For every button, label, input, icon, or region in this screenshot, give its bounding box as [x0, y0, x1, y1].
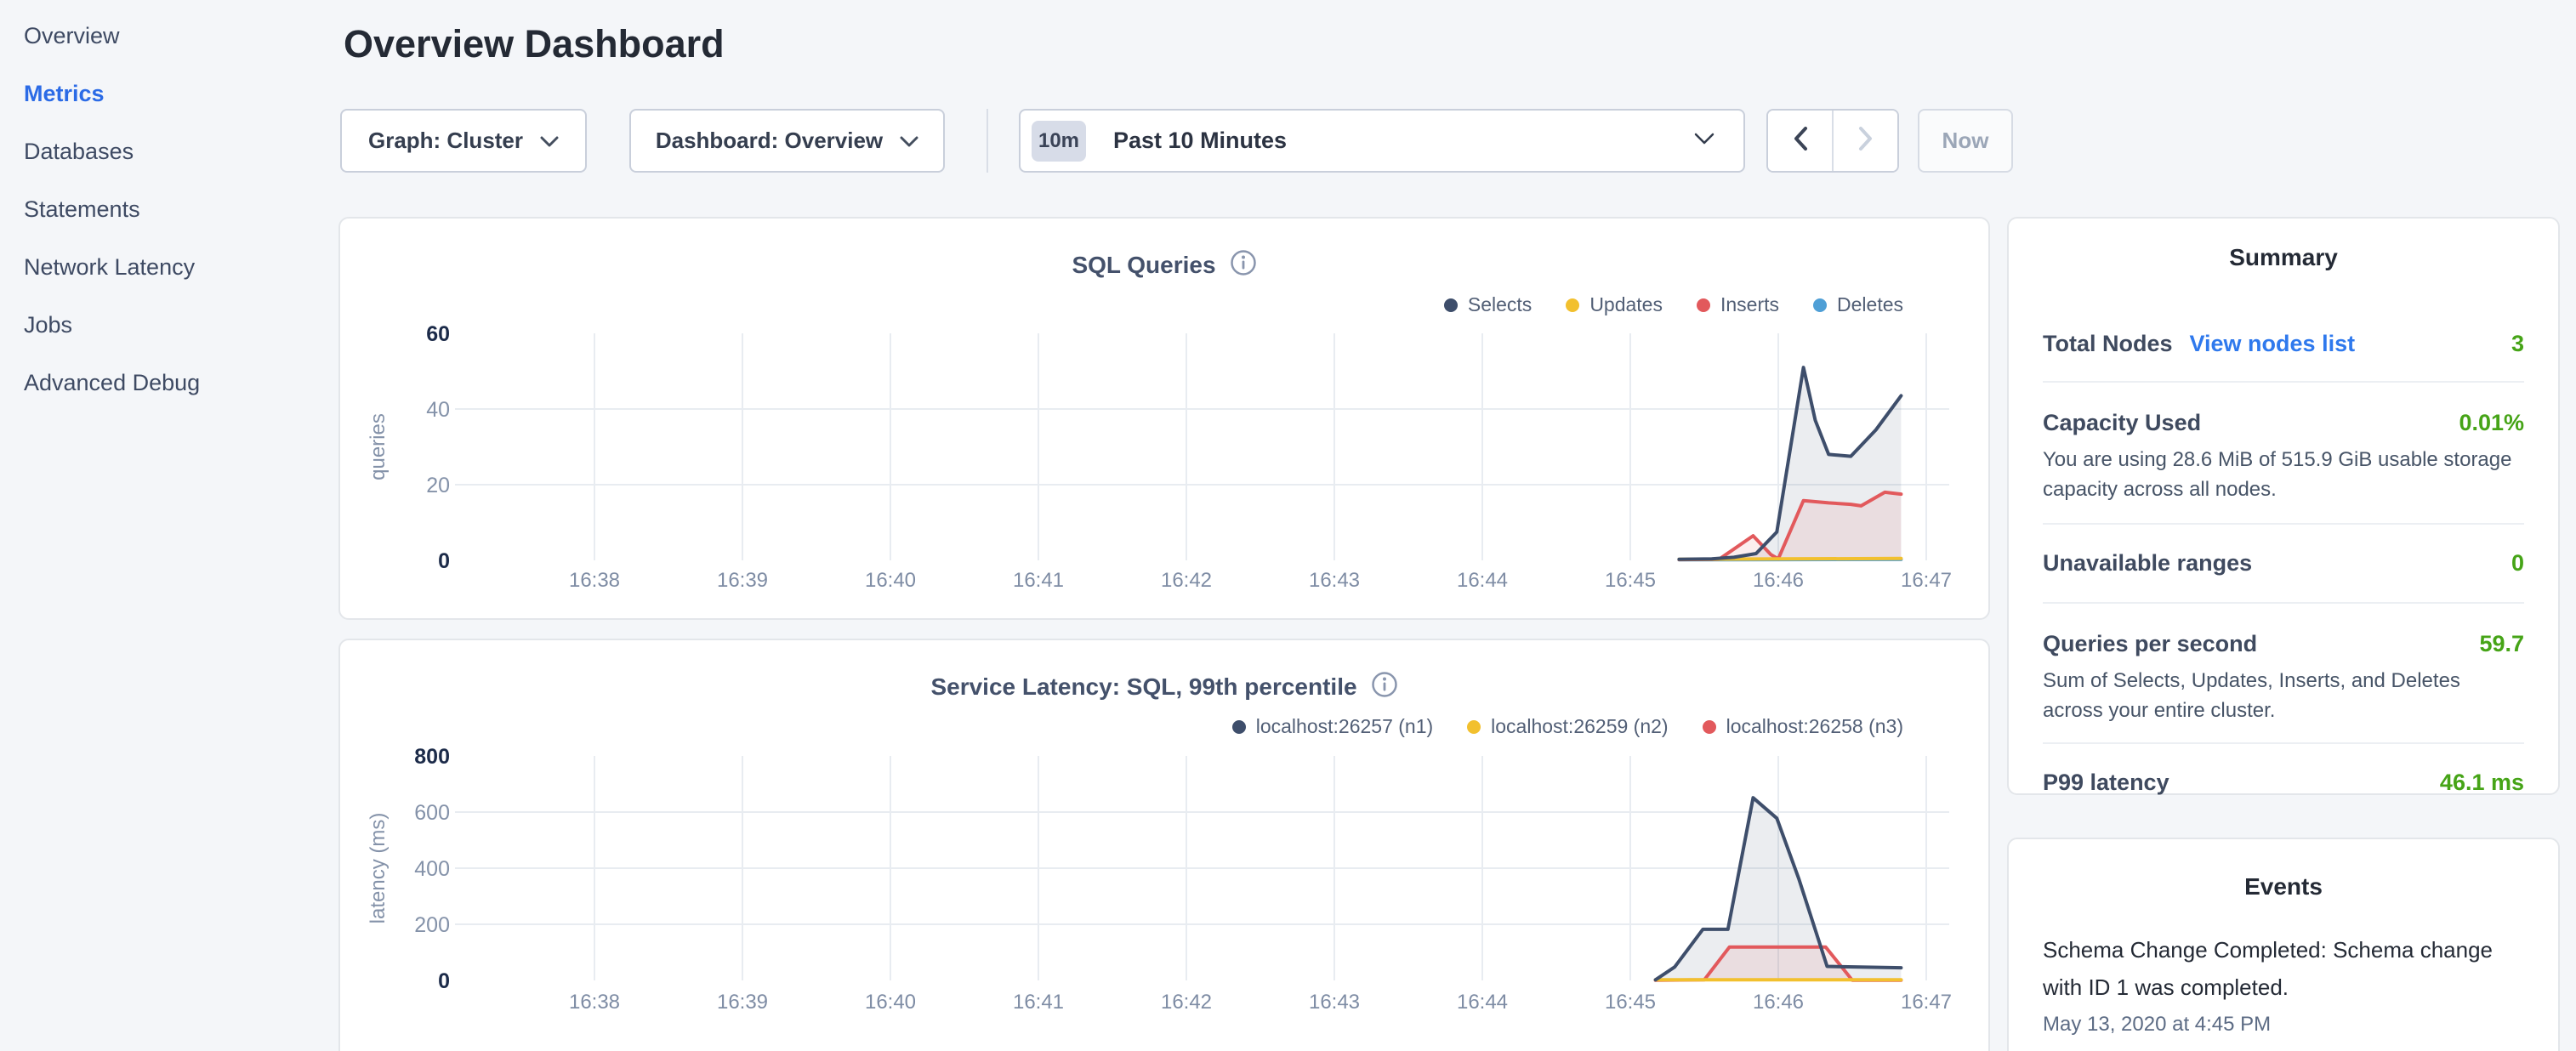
svg-text:16:43: 16:43	[1309, 569, 1360, 592]
svg-text:400: 400	[414, 857, 450, 881]
prev-range-button[interactable]	[1768, 111, 1834, 171]
chevron-down-icon	[900, 128, 918, 154]
svg-text:16:39: 16:39	[717, 991, 768, 1014]
chevron-down-icon	[1694, 133, 1714, 150]
svg-text:0: 0	[438, 549, 450, 573]
right-column: Summary Total Nodes View nodes list 3 Ca…	[2007, 217, 2560, 1051]
time-pager	[1766, 109, 1899, 173]
svg-text:16:40: 16:40	[865, 569, 916, 592]
row-description: You are using 28.6 MiB of 515.9 GiB usab…	[2043, 445, 2524, 504]
graph-scope-dropdown[interactable]: Graph: Cluster	[340, 109, 587, 173]
sql-queries-plot[interactable]: 60 40 20 0 16:38 16:39 16:40 16:41 16:42 16:43 16:…	[340, 219, 1992, 622]
row-value: 0.01%	[2459, 410, 2524, 436]
time-range-badge: 10m	[1032, 121, 1086, 162]
svg-text:16:46: 16:46	[1753, 569, 1804, 592]
summary-row-queries-per-second: Queries per second 59.7	[2043, 631, 2524, 657]
svg-text:40: 40	[426, 398, 450, 422]
sidebar-item-statements[interactable]: Statements	[0, 180, 340, 238]
sidebar: Overview Metrics Databases Statements Ne…	[0, 0, 340, 1051]
sidebar-item-databases[interactable]: Databases	[0, 122, 340, 180]
graph-scope-label: Graph: Cluster	[368, 128, 523, 154]
svg-text:16:47: 16:47	[1901, 991, 1952, 1014]
svg-text:16:45: 16:45	[1605, 991, 1656, 1014]
row-label: Capacity Used	[2043, 410, 2201, 436]
svg-text:16:38: 16:38	[569, 569, 620, 592]
dashboard-label: Dashboard: Overview	[656, 128, 883, 154]
sidebar-item-overview[interactable]: Overview	[0, 7, 340, 65]
svg-text:16:38: 16:38	[569, 991, 620, 1014]
svg-text:16:44: 16:44	[1457, 569, 1508, 592]
svg-text:16:42: 16:42	[1161, 569, 1212, 592]
event-item-time: May 13, 2020 at 4:45 PM	[2043, 1013, 2524, 1037]
divider	[2043, 381, 2524, 383]
view-nodes-list-link[interactable]: View nodes list	[2190, 331, 2356, 357]
svg-text:600: 600	[414, 801, 450, 825]
row-label: Unavailable ranges	[2043, 550, 2252, 577]
svg-text:16:44: 16:44	[1457, 991, 1508, 1014]
svg-text:60: 60	[426, 322, 450, 346]
chevron-down-icon	[540, 128, 559, 154]
summary-row-unavailable-ranges: Unavailable ranges 0	[2043, 550, 2524, 577]
svg-text:16:41: 16:41	[1013, 991, 1064, 1014]
row-value: 0	[2511, 550, 2524, 577]
row-value: 46.1 ms	[2440, 770, 2524, 796]
row-value: 59.7	[2479, 631, 2524, 657]
service-latency-chart-card: Service Latency: SQL, 99th percentile lo…	[338, 639, 1990, 1051]
event-item-text[interactable]: Schema Change Completed: Schema change w…	[2043, 931, 2524, 1006]
summary-row-total-nodes: Total Nodes View nodes list 3	[2043, 331, 2524, 357]
svg-text:200: 200	[414, 913, 450, 937]
divider	[2043, 602, 2524, 604]
time-range-label: Past 10 Minutes	[1113, 128, 1287, 154]
chevron-left-icon	[1793, 126, 1808, 156]
svg-text:16:47: 16:47	[1901, 569, 1952, 592]
next-range-button[interactable]	[1834, 111, 1897, 171]
row-label: P99 latency	[2043, 770, 2169, 796]
summary-panel: Summary Total Nodes View nodes list 3 Ca…	[2007, 217, 2560, 795]
events-panel: Events Schema Change Completed: Schema c…	[2007, 838, 2560, 1051]
now-button[interactable]: Now	[1918, 109, 2013, 173]
sidebar-item-metrics[interactable]: Metrics	[0, 65, 340, 122]
svg-text:16:42: 16:42	[1161, 991, 1212, 1014]
svg-text:16:43: 16:43	[1309, 991, 1360, 1014]
toolbar-separator	[987, 109, 988, 173]
svg-text:latency (ms): latency (ms)	[367, 813, 390, 924]
divider	[2043, 523, 2524, 525]
svg-text:16:40: 16:40	[865, 991, 916, 1014]
svg-text:0: 0	[438, 969, 450, 993]
summary-title: Summary	[2043, 219, 2524, 271]
svg-text:800: 800	[414, 745, 450, 769]
chevron-right-icon	[1858, 126, 1874, 156]
svg-text:queries: queries	[367, 413, 390, 480]
sidebar-item-jobs[interactable]: Jobs	[0, 296, 340, 354]
svg-text:20: 20	[426, 474, 450, 497]
row-value: 3	[2511, 331, 2524, 357]
row-label: Total Nodes	[2043, 331, 2173, 357]
service-latency-plot[interactable]: 800 600 400 200 0 16:38 16:39 16:40 16:41 16:42 16…	[340, 640, 1992, 1051]
sidebar-item-network-latency[interactable]: Network Latency	[0, 238, 340, 296]
row-label: Queries per second	[2043, 631, 2257, 657]
svg-text:16:45: 16:45	[1605, 569, 1656, 592]
sidebar-item-advanced-debug[interactable]: Advanced Debug	[0, 354, 340, 412]
summary-row-capacity-used: Capacity Used 0.01%	[2043, 410, 2524, 436]
time-range-select[interactable]: 10m Past 10 Minutes	[1019, 109, 1745, 173]
page-title: Overview Dashboard	[344, 22, 725, 66]
svg-text:16:46: 16:46	[1753, 991, 1804, 1014]
dashboard-dropdown[interactable]: Dashboard: Overview	[629, 109, 945, 173]
row-description: Sum of Selects, Updates, Inserts, and De…	[2043, 666, 2524, 725]
sql-queries-chart-card: SQL Queries SelectsUpdatesInsertsDeletes…	[338, 217, 1990, 620]
svg-text:16:41: 16:41	[1013, 569, 1064, 592]
divider	[2043, 742, 2524, 744]
events-title: Events	[2043, 839, 2524, 900]
svg-text:16:39: 16:39	[717, 569, 768, 592]
summary-row-p99-latency: P99 latency 46.1 ms	[2043, 770, 2524, 796]
